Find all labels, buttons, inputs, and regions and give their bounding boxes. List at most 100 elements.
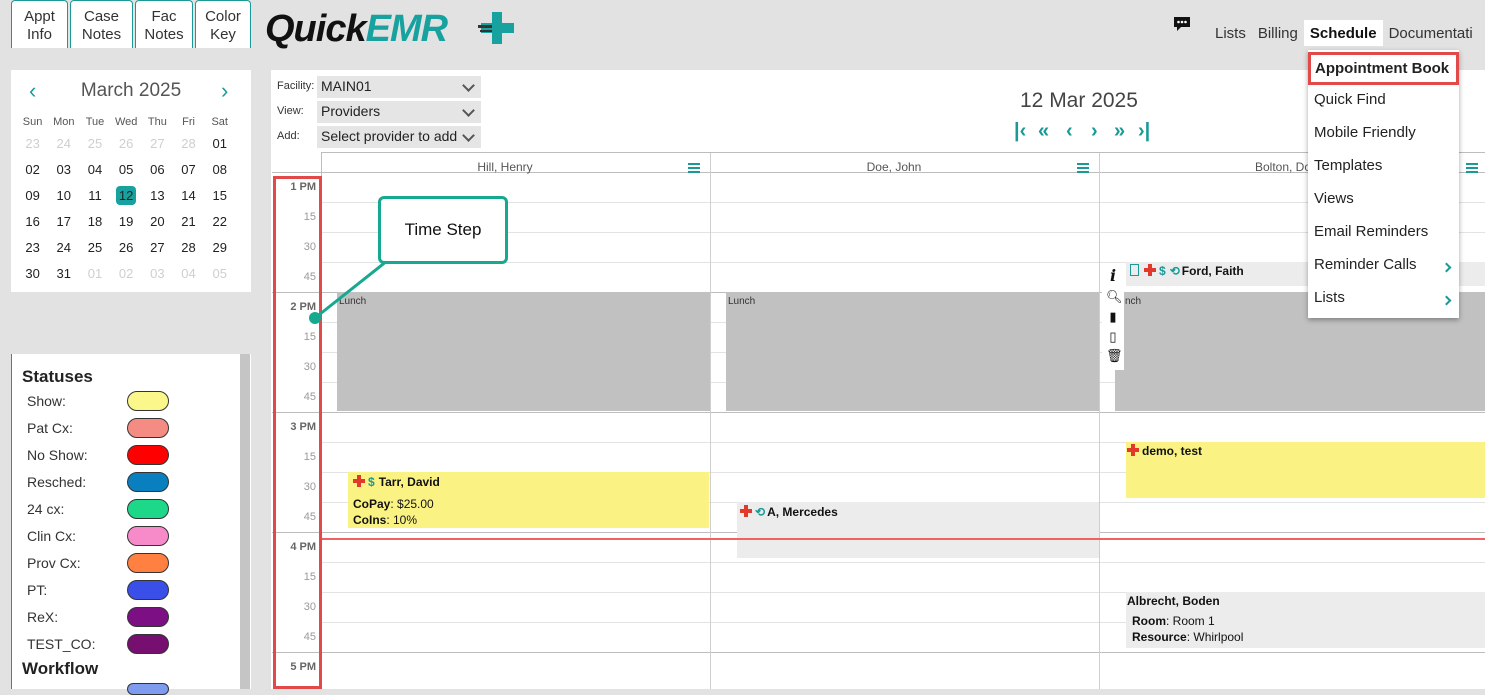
menu-reminder-calls[interactable]: Reminder Calls (1314, 256, 1417, 273)
chat-bubble-icon[interactable] (1172, 15, 1192, 33)
calendar-day[interactable]: 26 (111, 240, 142, 255)
nav-lists[interactable]: Lists (1209, 20, 1252, 46)
calendar-day[interactable]: 18 (79, 214, 110, 229)
last-page-icon[interactable]: ›| (1138, 120, 1150, 143)
calendar-day[interactable]: 11 (79, 188, 110, 203)
menu-appointment-book[interactable]: Appointment Book (1308, 52, 1459, 85)
calendar-day[interactable]: 02 (111, 266, 142, 281)
calendar-day[interactable]: 10 (48, 188, 79, 203)
calendar-day-number: 01 (87, 265, 103, 281)
calendar-day[interactable]: 01 (79, 266, 110, 281)
menu-views[interactable]: Views (1314, 190, 1354, 207)
appointment-a-mercedes[interactable]: ⟲ A, Mercedes (737, 502, 1099, 558)
tab-appt-info[interactable]: Appt Info (11, 0, 68, 48)
calendar-day[interactable]: 05 (204, 266, 235, 281)
tab-color-key[interactable]: Color Key (195, 0, 251, 48)
calendar-day[interactable]: 04 (79, 162, 110, 177)
calendar-day[interactable]: 02 (17, 162, 48, 177)
menu-icon[interactable] (1466, 163, 1478, 173)
appointment-demo-test[interactable]: demo, test (1126, 442, 1485, 498)
calendar-day[interactable]: 22 (204, 214, 235, 229)
weekday-label: Sun (22, 116, 43, 128)
nav-schedule[interactable]: Schedule (1303, 20, 1383, 46)
calendar-day[interactable]: 23 (17, 136, 48, 151)
tab-case-notes[interactable]: Case Notes (70, 0, 133, 48)
calendar-day[interactable]: 08 (204, 162, 235, 177)
calendar-day[interactable]: 01 (204, 136, 235, 151)
calendar-day[interactable]: 20 (142, 214, 173, 229)
calendar-day[interactable]: 27 (142, 240, 173, 255)
calendar-day-number: 13 (150, 187, 165, 203)
menu-templates[interactable]: Templates (1314, 157, 1382, 174)
add-label: Add: (277, 130, 300, 142)
calendar-day[interactable]: 26 (111, 136, 142, 151)
calendar-day[interactable]: 28 (173, 136, 204, 151)
time-step-highlight (273, 176, 322, 689)
calendar-day[interactable]: 13 (142, 188, 173, 203)
calendar-day[interactable]: 31 (48, 266, 79, 281)
time-grid-line (272, 652, 1485, 653)
provider-header-hill[interactable]: Hill, Henry (322, 160, 688, 174)
calendar-day[interactable]: 12 (111, 185, 142, 205)
document-icon[interactable]: ▯ (1106, 329, 1120, 345)
next-day-icon[interactable]: › (1091, 120, 1098, 143)
calendar-day[interactable]: 23 (17, 240, 48, 255)
panel-scrollbar[interactable] (240, 354, 250, 689)
calendar-day[interactable]: 30 (17, 266, 48, 281)
calendar-day-number: 02 (118, 265, 134, 281)
menu-quick-find[interactable]: Quick Find (1314, 91, 1386, 108)
weekday-header: Sun Mon Tue Wed Thu Fri Sat (17, 114, 245, 130)
calendar-day[interactable]: 03 (142, 266, 173, 281)
magnify-icon[interactable]: 🔍︎ (1106, 289, 1123, 305)
calendar-day[interactable]: 09 (17, 188, 48, 203)
first-page-icon[interactable]: |‹ (1014, 120, 1026, 143)
calendar-day[interactable]: 17 (48, 214, 79, 229)
calendar-day[interactable]: 25 (79, 240, 110, 255)
prev-day-icon[interactable]: ‹ (1066, 120, 1073, 143)
menu-email-reminders[interactable]: Email Reminders (1314, 223, 1428, 240)
menu-icon[interactable] (1077, 163, 1089, 173)
calendar-day[interactable]: 06 (142, 162, 173, 177)
facility-select[interactable]: MAIN01 (317, 76, 481, 98)
calendar-day[interactable]: 19 (111, 214, 142, 229)
medical-cross-icon (740, 505, 752, 517)
film-icon[interactable]: ▮ (1106, 309, 1120, 325)
fast-back-icon[interactable]: « (1038, 120, 1049, 143)
menu-icon[interactable] (688, 163, 700, 173)
lunch-block-doe[interactable]: Lunch (726, 292, 1099, 411)
appointment-tarr-david[interactable]: $ Tarr, David CoPay: $25.00 CoIns: 10% (348, 472, 709, 528)
view-select[interactable]: Providers (317, 101, 481, 123)
appointment-albrecht-boden[interactable]: Albrecht, Boden Room: Room 1 Resource: W… (1126, 592, 1485, 648)
calendar-day[interactable]: 05 (111, 162, 142, 177)
calendar-day[interactable]: 03 (48, 162, 79, 177)
calendar-day[interactable]: 24 (48, 136, 79, 151)
calendar-day[interactable]: 16 (17, 214, 48, 229)
calendar-day[interactable]: 29 (204, 240, 235, 255)
calendar-day[interactable]: 21 (173, 214, 204, 229)
provider-header-doe[interactable]: Doe, John (711, 160, 1077, 174)
nav-billing[interactable]: Billing (1252, 20, 1304, 46)
calendar-day-number: 09 (25, 187, 40, 203)
next-month-icon[interactable]: › (221, 78, 228, 104)
info-icon[interactable]: i (1106, 266, 1120, 285)
add-provider-select[interactable]: Select provider to add (317, 126, 481, 148)
calendar-day-number: 05 (212, 265, 227, 281)
lunch-label: nch (1125, 296, 1142, 307)
fast-forward-icon[interactable]: » (1114, 120, 1125, 143)
calendar-day[interactable]: 07 (173, 162, 204, 177)
calendar-day[interactable]: 14 (173, 188, 204, 203)
nav-documentation[interactable]: Documentati (1383, 20, 1479, 46)
calendar-day[interactable]: 15 (204, 188, 235, 203)
menu-lists[interactable]: Lists (1314, 289, 1345, 306)
calendar-day[interactable]: 28 (173, 240, 204, 255)
calendar-day[interactable]: 24 (48, 240, 79, 255)
trash-icon[interactable]: 🗑︎ (1106, 348, 1123, 364)
calendar-day[interactable]: 25 (79, 136, 110, 151)
calendar-day-number: 14 (181, 187, 196, 203)
coins-label: CoIns (353, 513, 387, 527)
calendar-day-number: 27 (150, 239, 165, 255)
menu-mobile-friendly[interactable]: Mobile Friendly (1314, 124, 1416, 141)
calendar-day[interactable]: 27 (142, 136, 173, 151)
calendar-day[interactable]: 04 (173, 266, 204, 281)
tab-fac-notes[interactable]: Fac Notes (135, 0, 193, 48)
